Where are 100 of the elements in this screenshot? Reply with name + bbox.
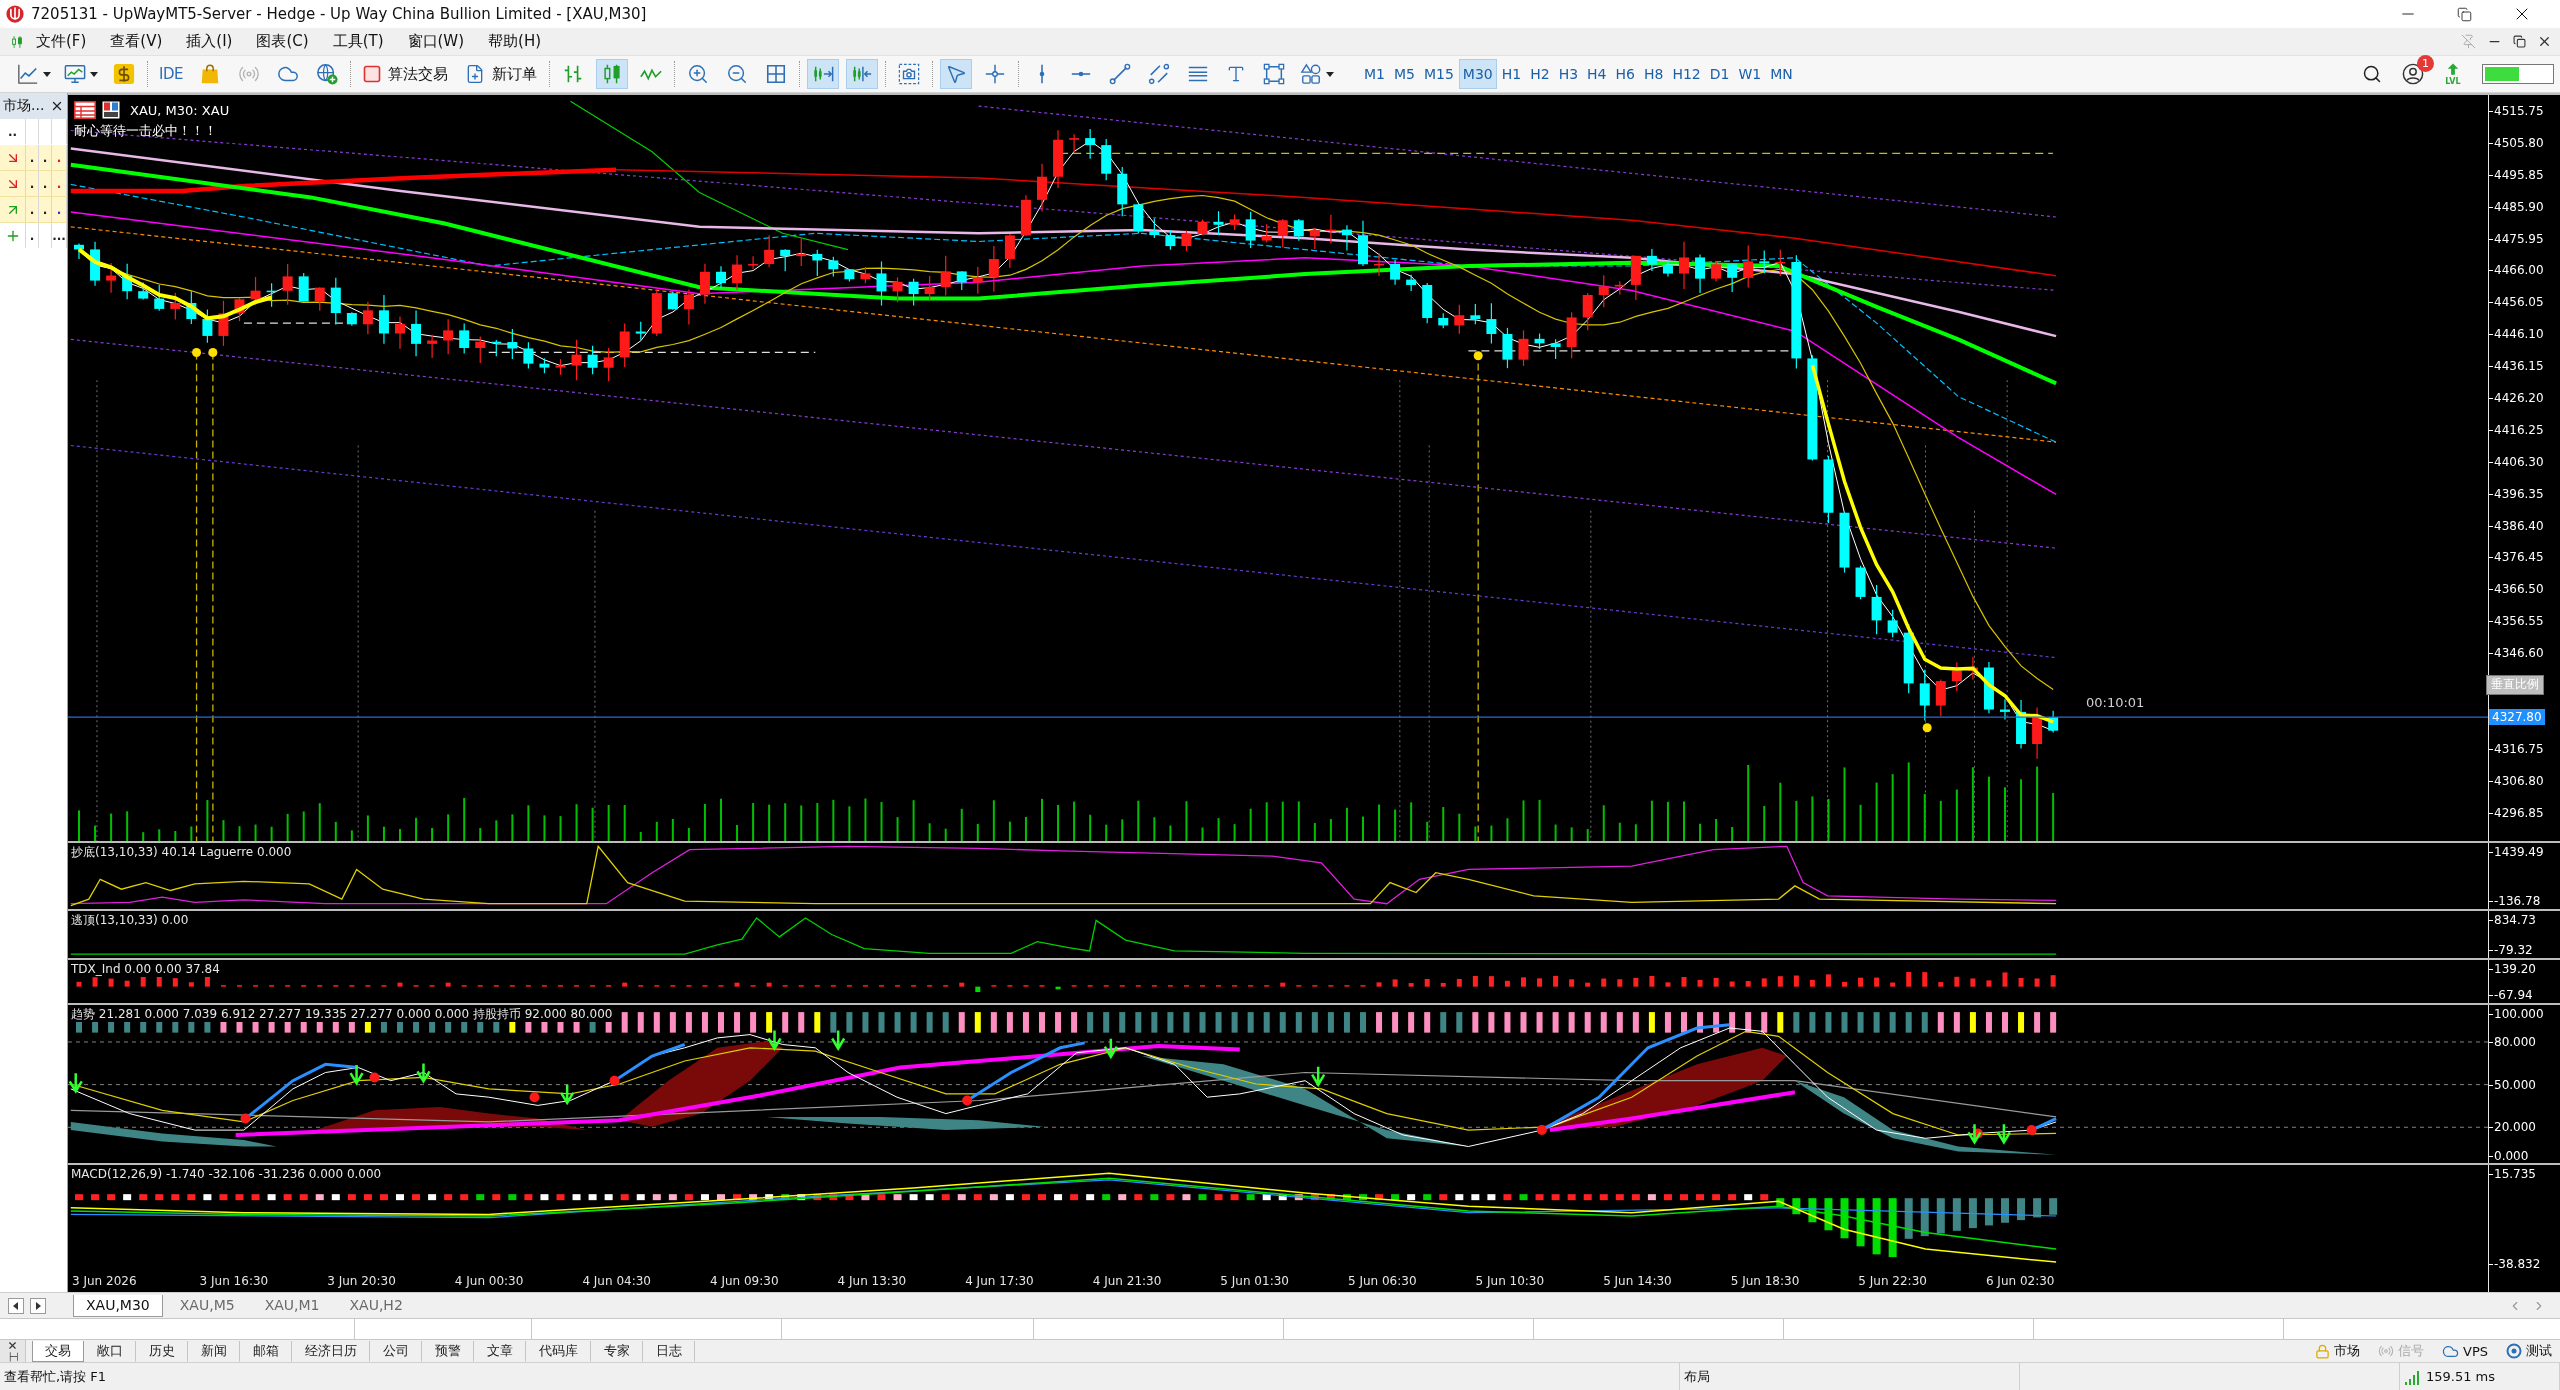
rectangle-icon[interactable] (1262, 63, 1285, 85)
menu-item[interactable]: 插入(I) (174, 30, 245, 53)
window-title: 7205131 - UpWayMT5-Server - Hedge - Up Way China Bullion Limited - [XAU,M30] (31, 5, 647, 23)
axis-label: 15.735 (2489, 1167, 2560, 1181)
auto-scroll-button[interactable] (806, 59, 839, 89)
chart-tab[interactable]: XAU,M30 (73, 1294, 163, 1317)
toolbox-tab[interactable]: 公司 (370, 1340, 422, 1362)
time-axis-label: 5 Jun 22:30 (1857, 1273, 1928, 1290)
scroll-right-icon[interactable] (30, 1297, 46, 1314)
algo-trading-button[interactable]: 算法交易 (357, 59, 453, 89)
channel-icon[interactable] (1147, 63, 1170, 85)
timeframe-button[interactable]: D1 (1705, 59, 1734, 89)
cursor-button[interactable] (939, 59, 972, 89)
chart-tab[interactable]: XAU,H2 (336, 1294, 416, 1317)
menu-item[interactable]: 帮助(H) (476, 30, 554, 53)
timeframe-button[interactable]: H12 (1668, 59, 1705, 89)
toolbox-tab[interactable]: 文章 (474, 1340, 526, 1362)
logo-icon (6, 5, 24, 23)
timeframe-button[interactable]: MN (1766, 59, 1797, 89)
user-icon[interactable] (2402, 63, 2424, 85)
table-cell: . (42, 151, 48, 164)
toolbox-tab[interactable]: 敞口 (84, 1340, 136, 1362)
price-label: 4485.90 (2494, 199, 2544, 214)
timeframe-button[interactable]: M1 (1359, 59, 1389, 89)
time-axis-label: 5 Jun 14:30 (1602, 1273, 1673, 1290)
axis-label: 50.000 (2489, 1077, 2536, 1092)
status-button[interactable]: VPS (2442, 1342, 2488, 1360)
symbol-row[interactable]: . . . (0, 197, 67, 223)
caret-icon[interactable] (43, 70, 51, 78)
new-order-button[interactable]: 新订单 (459, 59, 542, 89)
timeframe-button[interactable]: H6 (1611, 59, 1639, 89)
chart-tab[interactable]: XAU,M1 (251, 1294, 333, 1317)
symbol-row[interactable]: . . . (0, 171, 67, 197)
camera-icon[interactable] (897, 63, 920, 85)
toolbox-tab[interactable]: 经济日历 (292, 1340, 370, 1362)
time-axis-label: 5 Jun 10:30 (1474, 1273, 1546, 1290)
globe-icon[interactable] (315, 63, 338, 85)
symbol-row[interactable]: . . . (0, 145, 67, 171)
price-label: 4376.45 (2494, 550, 2544, 565)
price-label: 4346.60 (2494, 646, 2544, 661)
timeframe-button[interactable]: M30 (1458, 59, 1497, 89)
zoom-out-icon[interactable] (725, 63, 748, 85)
toolbox-label: 工 (7, 1352, 18, 1362)
menu-item[interactable]: 窗口(W) (395, 30, 477, 53)
grid-icon[interactable] (764, 63, 787, 85)
chart-tab[interactable]: XAU,M5 (166, 1294, 248, 1317)
scroll-left-icon[interactable] (8, 1297, 24, 1314)
timeframe-button[interactable]: H4 (1583, 59, 1611, 89)
timeframe-button[interactable]: H2 (1526, 59, 1554, 89)
price-label: 4466.00 (2494, 263, 2544, 278)
menu-item[interactable]: 文件(F) (24, 30, 99, 53)
menu-item[interactable]: 工具(T) (320, 30, 396, 53)
price-label: 4396.35 (2494, 486, 2544, 501)
caret-icon[interactable] (1325, 70, 1334, 78)
price-label: 4495.85 (2494, 167, 2544, 182)
toolbox-tab[interactable]: 日志 (643, 1340, 695, 1362)
restore-icon[interactable] (2457, 6, 2472, 22)
timeframe-button[interactable]: H1 (1497, 59, 1526, 89)
toolbox-tab[interactable]: 代码库 (526, 1340, 591, 1362)
menu-item[interactable]: 图表(C) (244, 30, 321, 53)
price-label: 4436.15 (2494, 359, 2544, 374)
line-chart-icon[interactable] (17, 63, 39, 85)
close-icon[interactable] (50, 99, 64, 113)
time-axis-label: 6 Jun 02:30 (1984, 1273, 2056, 1290)
zoom-in-icon[interactable] (686, 63, 709, 85)
menu-item[interactable]: 查看(V) (98, 30, 175, 53)
toolbox-tab[interactable]: 专家 (591, 1340, 643, 1362)
ide-button[interactable]: IDE (155, 59, 187, 89)
close-icon[interactable] (7, 1340, 18, 1351)
axis-label: -67.94 (2489, 988, 2560, 1002)
restore-icon[interactable] (2513, 35, 2526, 48)
table-cell: . (29, 151, 35, 164)
table-cell: . (56, 203, 62, 216)
candlestick-icon (10, 33, 24, 50)
caret-icon[interactable] (90, 70, 98, 78)
axis-label: -136.78 (2489, 894, 2560, 908)
status-text: 查看帮忙,请按 F1 (4, 1367, 106, 1386)
close-icon[interactable] (2537, 34, 2552, 49)
shapes-icon[interactable] (1299, 63, 1322, 85)
trend-line-icon[interactable] (1108, 63, 1131, 85)
search-icon[interactable] (2362, 64, 2382, 84)
timeframe-button[interactable]: M15 (1419, 59, 1458, 89)
timeframe-button[interactable]: H8 (1639, 59, 1668, 89)
chart-shift-button[interactable] (845, 59, 878, 89)
candlestick-chart-button[interactable] (595, 59, 628, 89)
toolbox-tab[interactable]: 新闻 (188, 1340, 240, 1362)
status-button[interactable]: 测试 (2506, 1342, 2552, 1360)
timeframe-button[interactable]: H3 (1554, 59, 1583, 89)
lock-icon (2315, 1343, 2330, 1359)
table-cell: . (56, 177, 62, 190)
status-button[interactable]: 市场 (2315, 1342, 2360, 1360)
dollar-icon[interactable] (113, 63, 135, 85)
timeframe-button[interactable]: W1 (1734, 59, 1766, 89)
time-axis-label: 4 Jun 09:30 (708, 1273, 780, 1290)
toolbox-tab[interactable]: 邮箱 (240, 1340, 292, 1362)
toolbox-tab[interactable]: 预警 (422, 1340, 474, 1362)
timeframe-button[interactable]: M5 (1389, 59, 1419, 89)
toolbox-tab[interactable]: 历史 (136, 1340, 188, 1362)
toolbox-tab[interactable]: 交易 (32, 1340, 84, 1362)
chart-window-icon[interactable] (64, 63, 86, 85)
